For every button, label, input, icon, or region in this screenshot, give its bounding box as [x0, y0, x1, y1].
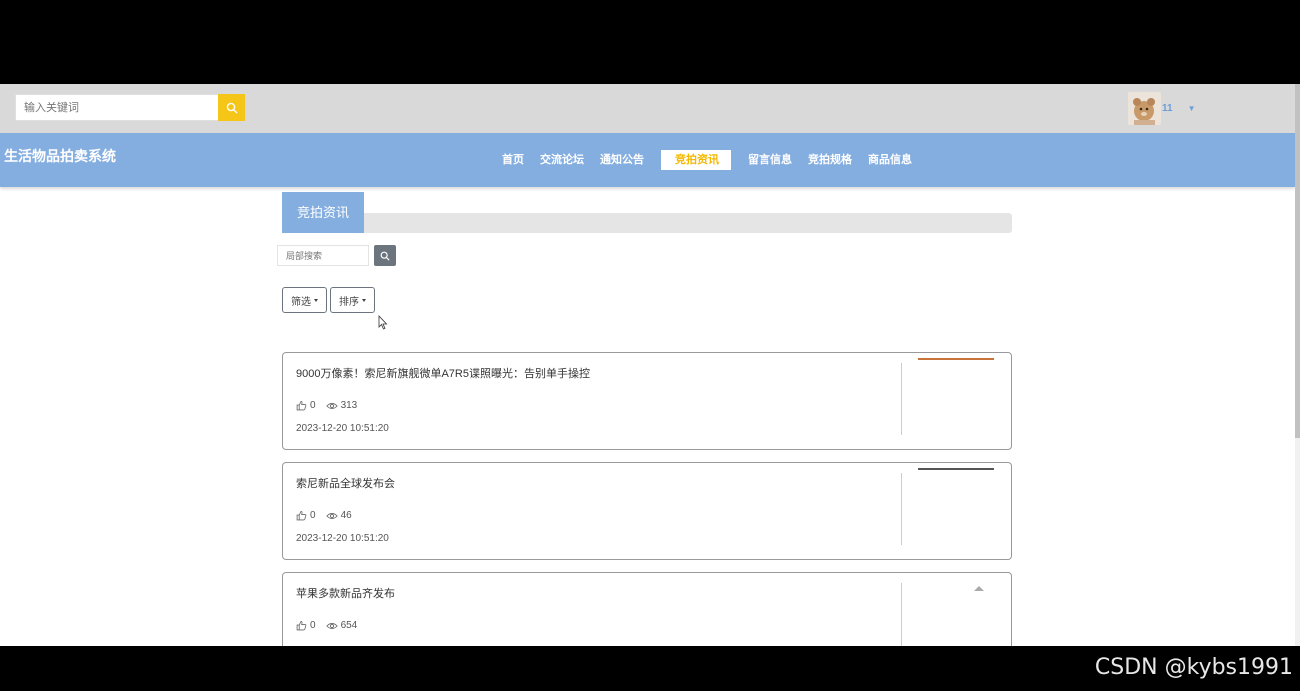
news-title[interactable]: 索尼新品全球发布会: [296, 475, 395, 491]
news-card[interactable]: 索尼新品全球发布会 0 46 2023-12-20 10:51:20: [282, 462, 1012, 560]
mouse-pointer-icon: [378, 315, 388, 330]
filter-bar: 筛选 排序: [282, 287, 378, 313]
news-list: 9000万像素！索尼新旗舰微单A7R5谍照曝光：告别单手操控 0 313 202…: [282, 352, 1012, 646]
avatar[interactable]: [1128, 92, 1161, 125]
news-stats: 0 654: [296, 620, 367, 631]
vertical-scrollbar[interactable]: [1295, 84, 1300, 646]
news-stats: 0 313: [296, 400, 367, 411]
caret-down-icon: [314, 298, 318, 302]
search-button[interactable]: [218, 94, 245, 121]
thumbs-up-icon: [296, 510, 307, 521]
view-count: 313: [325, 400, 358, 411]
nav-item-auction-news[interactable]: 竞拍资讯: [661, 150, 731, 170]
like-count[interactable]: 0: [296, 620, 316, 631]
sort-dropdown[interactable]: 排序: [330, 287, 375, 313]
view-value: 313: [340, 400, 358, 411]
scrollbar-thumb[interactable]: [1295, 84, 1300, 438]
eye-icon: [325, 622, 338, 629]
nav-item-notices[interactable]: 通知公告: [592, 150, 652, 170]
chevron-down-icon[interactable]: ▼: [1188, 104, 1196, 113]
news-card[interactable]: 9000万像素！索尼新旗舰微单A7R5谍照曝光：告别单手操控 0 313 202…: [282, 352, 1012, 450]
nav-item-auction-rules[interactable]: 竞拍规格: [800, 150, 860, 170]
main-nav: 生活物品拍卖系统 首页 交流论坛 通知公告 竞拍资讯 留言信息 竞拍规格 商品信…: [0, 133, 1295, 187]
site-title: 生活物品拍卖系统: [4, 148, 116, 164]
page-viewport: 11 ▼ 生活物品拍卖系统 首页 交流论坛 通知公告 竞拍资讯 留言信息 竞拍规…: [0, 84, 1300, 646]
local-search: [277, 245, 396, 266]
eye-icon: [325, 512, 338, 519]
nav-item-products[interactable]: 商品信息: [860, 150, 920, 170]
local-search-input[interactable]: [277, 245, 369, 266]
nav-item-home[interactable]: 首页: [494, 150, 532, 170]
like-count[interactable]: 0: [296, 400, 316, 411]
card-divider: [901, 363, 902, 435]
like-count[interactable]: 0: [296, 510, 316, 521]
view-count: 46: [325, 510, 352, 521]
view-count: 654: [325, 620, 358, 631]
news-thumbnail[interactable]: [918, 358, 994, 361]
search-icon: [226, 102, 237, 113]
news-date: 2023-12-20 10:51:20: [296, 533, 389, 544]
section-title: 竞拍资讯: [282, 192, 364, 233]
section-divider-bar: [364, 213, 1012, 233]
news-thumbnail[interactable]: [973, 584, 985, 592]
thumbs-up-icon: [296, 400, 307, 411]
search-box: [15, 94, 245, 121]
view-value: 46: [340, 510, 352, 521]
news-stats: 0 46: [296, 510, 362, 521]
like-value: 0: [310, 510, 316, 521]
news-thumbnail[interactable]: [918, 468, 994, 471]
like-value: 0: [310, 400, 316, 411]
search-input[interactable]: [15, 94, 218, 121]
username[interactable]: 11: [1162, 103, 1173, 114]
nav-item-forum[interactable]: 交流论坛: [532, 150, 592, 170]
search-icon: [380, 251, 390, 261]
eye-icon: [325, 402, 338, 409]
nav-item-messages[interactable]: 留言信息: [740, 150, 800, 170]
caret-down-icon: [362, 298, 366, 302]
section-header: 竞拍资讯: [282, 192, 1012, 233]
filter-dropdown[interactable]: 筛选: [282, 287, 327, 313]
filter-label: 筛选: [291, 296, 311, 308]
local-search-button[interactable]: [374, 245, 396, 266]
top-bar: 11 ▼: [0, 84, 1295, 133]
view-value: 654: [340, 620, 358, 631]
thumbs-up-icon: [296, 620, 307, 631]
nav-list: 首页 交流论坛 通知公告 竞拍资讯 留言信息 竞拍规格 商品信息: [494, 150, 920, 170]
like-value: 0: [310, 620, 316, 631]
news-card[interactable]: 苹果多款新品齐发布 0 654: [282, 572, 1012, 646]
card-divider: [901, 473, 902, 545]
news-title[interactable]: 苹果多款新品齐发布: [296, 585, 395, 601]
news-date: 2023-12-20 10:51:20: [296, 423, 389, 434]
sort-label: 排序: [339, 296, 359, 308]
news-title[interactable]: 9000万像素！索尼新旗舰微单A7R5谍照曝光：告别单手操控: [296, 365, 590, 381]
user-menu[interactable]: 11 ▼: [1128, 92, 1196, 125]
watermark: CSDN @kybs1991: [1094, 655, 1293, 680]
card-divider: [901, 583, 902, 646]
